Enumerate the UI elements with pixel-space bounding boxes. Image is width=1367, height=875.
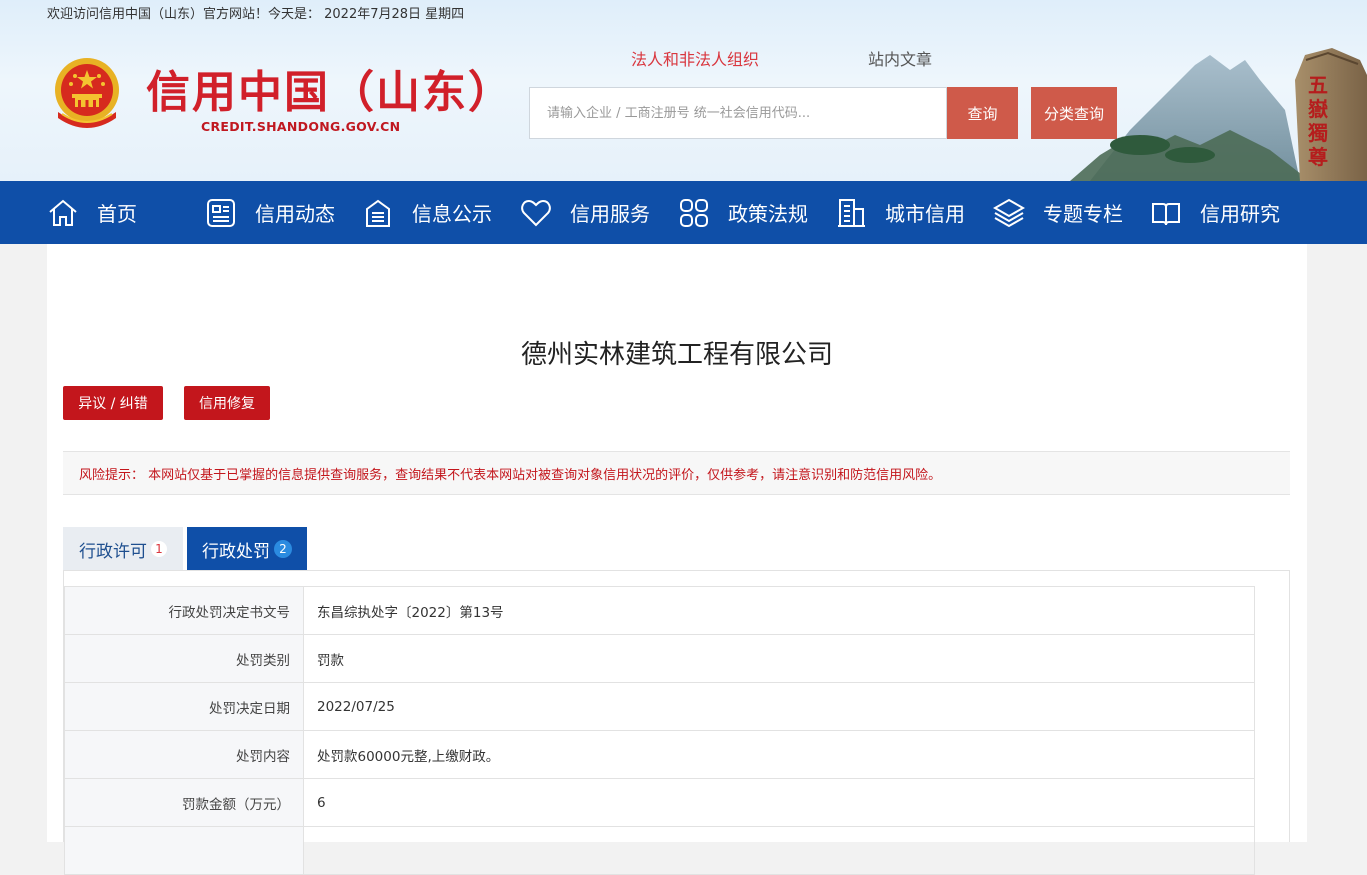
- tab-label: 行政处罚: [202, 541, 270, 562]
- welcome-text: 欢迎访问信用中国（山东）官方网站！今天是： 2022年7月28日 星期四: [47, 7, 465, 22]
- notice-icon: [366, 199, 390, 227]
- field-label: 处罚类别: [64, 634, 304, 683]
- tab-label: 行政许可: [79, 541, 147, 562]
- field-label: 罚款金额（万元）: [64, 778, 304, 827]
- search-button[interactable]: 查询: [947, 87, 1018, 139]
- field-value: [303, 826, 1255, 875]
- svg-text:嶽: 嶽: [1308, 97, 1328, 121]
- nav-item-policy[interactable]: 政策法规: [678, 181, 808, 244]
- mount-tai-scenery-image: 五 嶽 獨 尊: [1070, 48, 1367, 181]
- nav-item-credit-research[interactable]: 信用研究: [1150, 181, 1280, 244]
- table-row: 处罚决定日期 2022/07/25: [64, 682, 1255, 731]
- svg-text:獨: 獨: [1307, 121, 1328, 145]
- nav-item-city-credit[interactable]: 城市信用: [835, 181, 965, 244]
- nav-label: 城市信用: [885, 202, 965, 226]
- nav-label: 首页: [97, 202, 137, 226]
- nav-label: 信用服务: [570, 202, 650, 226]
- home-icon: [49, 199, 77, 226]
- field-value: 处罚款60000元整,上缴财政。: [303, 730, 1255, 779]
- tab-admin-license[interactable]: 行政许可 1: [63, 527, 183, 571]
- field-value: 罚款: [303, 634, 1255, 683]
- tab-admin-penalty[interactable]: 行政处罚 2: [187, 527, 307, 571]
- search-tab-legal-entity[interactable]: 法人和非法人组织: [631, 46, 759, 70]
- grid-icon: [680, 198, 708, 227]
- site-logo-domain: CREDIT.SHANDONG.GOV.CN: [201, 119, 401, 134]
- site-header: 欢迎访问信用中国（山东）官方网站！今天是： 2022年7月28日 星期四 信用中…: [0, 0, 1367, 181]
- nav-item-info-disclosure[interactable]: 信息公示: [362, 181, 492, 244]
- credit-repair-button[interactable]: 信用修复: [184, 386, 270, 420]
- field-label: [64, 826, 304, 875]
- nav-item-credit-service[interactable]: 信用服务: [520, 181, 650, 244]
- field-value: 6: [303, 778, 1255, 827]
- nav-label: 信用研究: [1200, 202, 1280, 226]
- national-emblem-icon: [55, 58, 119, 128]
- building-icon: [838, 198, 865, 227]
- table-row: 罚款金额（万元） 6: [64, 778, 1255, 827]
- field-label: 处罚内容: [64, 730, 304, 779]
- field-value: 2022/07/25: [303, 682, 1255, 731]
- nav-label: 信息公示: [412, 202, 492, 226]
- main-nav: 首页 信用动态 信息公示 信用服务 政策法规 城市信用 专题专栏 信用研究: [0, 181, 1367, 244]
- nav-item-credit-news[interactable]: 信用动态: [205, 181, 335, 244]
- tab-count-badge: 2: [274, 540, 292, 558]
- nav-label: 信用动态: [255, 202, 335, 226]
- news-icon: [207, 198, 235, 227]
- nav-label: 专题专栏: [1043, 202, 1123, 226]
- svg-text:尊: 尊: [1308, 145, 1328, 169]
- company-name: 德州实林建筑工程有限公司: [520, 340, 833, 370]
- site-logo-title[interactable]: 信用中国（山东）: [146, 56, 514, 120]
- nav-label: 政策法规: [728, 202, 808, 226]
- search-input[interactable]: [529, 87, 947, 139]
- objection-button[interactable]: 异议 / 纠错: [63, 386, 163, 420]
- risk-warning: 风险提示： 本网站仅基于已掌握的信息提供查询服务，查询结果不代表本网站对被查询对…: [63, 451, 1290, 495]
- nav-item-home[interactable]: 首页: [47, 181, 137, 244]
- layers-icon: [993, 198, 1025, 227]
- main-content: 德州实林建筑工程有限公司 异议 / 纠错 信用修复 风险提示： 本网站仅基于已掌…: [47, 244, 1307, 875]
- tab-count-badge: 1: [151, 541, 167, 557]
- penalty-table: 行政处罚决定书文号 东昌综执处字〔2022〕第13号 处罚类别 罚款 处罚决定日…: [64, 586, 1255, 875]
- table-row: [64, 826, 1255, 875]
- table-row: 行政处罚决定书文号 东昌综执处字〔2022〕第13号: [64, 586, 1255, 635]
- svg-text:五: 五: [1308, 73, 1328, 97]
- field-value: 东昌综执处字〔2022〕第13号: [303, 586, 1255, 635]
- book-icon: [1152, 202, 1180, 225]
- table-row: 处罚类别 罚款: [64, 634, 1255, 683]
- nav-item-special-column[interactable]: 专题专栏: [993, 181, 1123, 244]
- field-label: 行政处罚决定书文号: [64, 586, 304, 635]
- heart-icon: [521, 199, 551, 226]
- table-row: 处罚内容 处罚款60000元整,上缴财政。: [64, 730, 1255, 779]
- field-label: 处罚决定日期: [64, 682, 304, 731]
- search-tab-articles[interactable]: 站内文章: [868, 46, 932, 70]
